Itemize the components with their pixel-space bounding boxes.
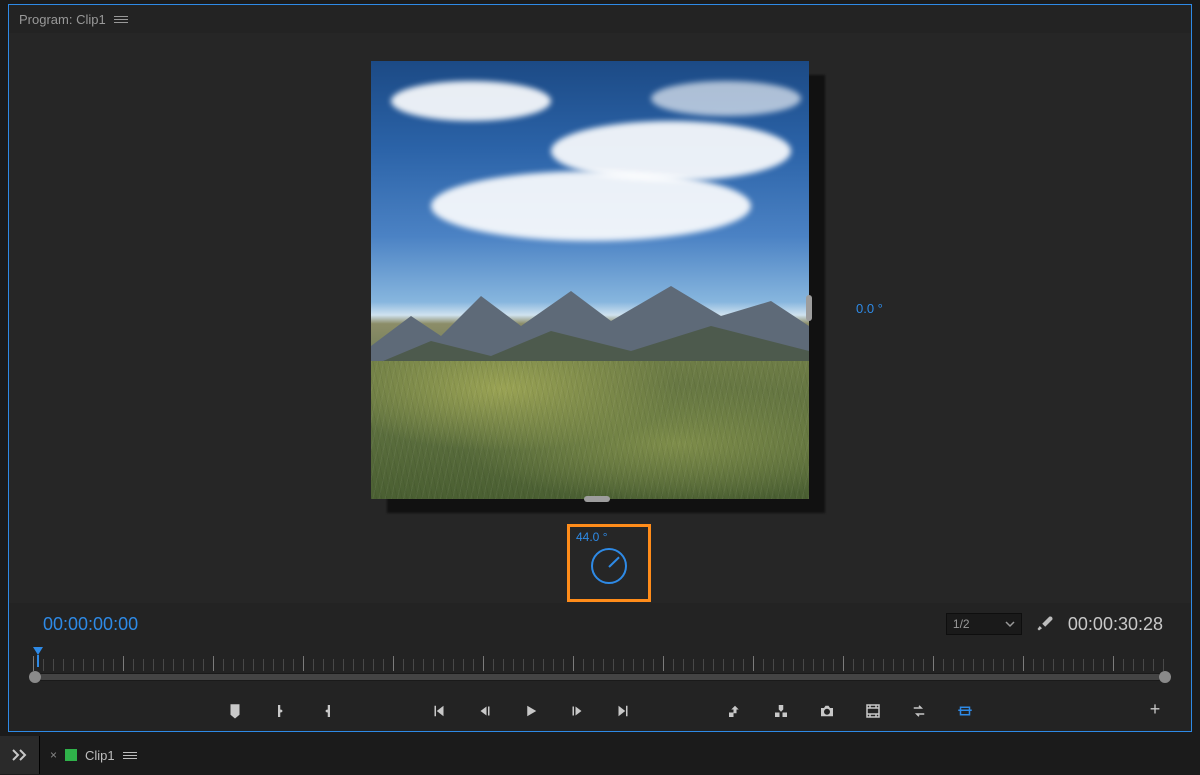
transport-controls — [9, 695, 1191, 727]
panel-header: Program: Clip1 — [9, 5, 1191, 33]
go-to-in-icon — [430, 702, 448, 720]
sequence-color-swatch — [65, 749, 77, 761]
step-forward-button[interactable] — [566, 701, 588, 721]
video-content — [371, 61, 809, 499]
button-editor-button[interactable]: + — [1145, 699, 1165, 719]
scroll-handle-right[interactable] — [1159, 671, 1171, 683]
settings-button[interactable] — [1036, 614, 1054, 635]
scale-readout[interactable]: 0.0 ° — [856, 301, 883, 316]
duration-timecode: 00:00:30:28 — [1068, 614, 1163, 635]
panel-title: Program: Clip1 — [19, 12, 106, 27]
timeline-tab-strip: × Clip1 — [0, 736, 1200, 774]
rotation-control[interactable]: 44.0 ° — [567, 524, 651, 602]
rotation-dial[interactable] — [591, 548, 627, 584]
safe-margins-button[interactable] — [954, 701, 976, 721]
panel-title-prefix: Program: — [19, 12, 72, 27]
timecode-row: 00:00:00:00 1/2 00:00:30:28 — [9, 610, 1191, 638]
sequence-tab[interactable]: × Clip1 — [40, 736, 147, 774]
extract-button[interactable] — [770, 701, 792, 721]
expand-panels-button[interactable] — [0, 736, 40, 774]
lift-icon — [726, 702, 744, 720]
crop-icon — [956, 702, 974, 720]
step-back-icon — [476, 702, 494, 720]
plus-icon: + — [1150, 699, 1161, 720]
go-to-in-button[interactable] — [428, 701, 450, 721]
step-forward-icon — [568, 702, 586, 720]
add-marker-button[interactable] — [224, 701, 246, 721]
camera-icon — [818, 702, 836, 720]
video-frame[interactable] — [371, 61, 809, 499]
tab-close-button[interactable]: × — [50, 748, 57, 762]
mark-out-button[interactable] — [316, 701, 338, 721]
preview-canvas[interactable]: 0.0 ° 44.0 ° — [9, 33, 1191, 603]
current-timecode[interactable]: 00:00:00:00 — [43, 614, 138, 635]
rotation-readout[interactable]: 44.0 ° — [576, 530, 608, 544]
play-button[interactable] — [520, 701, 542, 721]
play-icon — [522, 702, 540, 720]
marker-icon — [226, 702, 244, 720]
mark-out-icon — [318, 702, 336, 720]
toggle-proxies-button[interactable] — [908, 701, 930, 721]
zoom-level-select[interactable]: 1/2 — [946, 613, 1022, 635]
film-icon — [864, 702, 882, 720]
frame-handle-bottom[interactable] — [584, 496, 610, 502]
panel-title-clip: Clip1 — [76, 12, 106, 27]
step-back-button[interactable] — [474, 701, 496, 721]
go-to-out-button[interactable] — [612, 701, 634, 721]
go-to-out-icon — [614, 702, 632, 720]
extract-icon — [772, 702, 790, 720]
swap-icon — [910, 702, 928, 720]
program-monitor-panel: Program: Clip1 0.0 ° — [8, 4, 1192, 732]
frame-handle-right[interactable] — [806, 295, 812, 321]
lift-button[interactable] — [724, 701, 746, 721]
playhead[interactable] — [33, 647, 43, 655]
comparison-view-button[interactable] — [862, 701, 884, 721]
double-chevron-right-icon — [11, 748, 29, 762]
time-ruler[interactable] — [33, 653, 1167, 675]
mark-in-button[interactable] — [270, 701, 292, 721]
sequence-name: Clip1 — [85, 748, 115, 763]
ruler-scrollbar[interactable] — [33, 673, 1167, 681]
panel-menu-icon[interactable] — [114, 16, 128, 23]
wrench-icon — [1036, 614, 1054, 632]
export-frame-button[interactable] — [816, 701, 838, 721]
mark-in-icon — [272, 702, 290, 720]
zoom-level-value: 1/2 — [953, 617, 970, 631]
sequence-menu-icon[interactable] — [123, 752, 137, 759]
chevron-down-icon — [1005, 619, 1015, 629]
scroll-handle-left[interactable] — [29, 671, 41, 683]
